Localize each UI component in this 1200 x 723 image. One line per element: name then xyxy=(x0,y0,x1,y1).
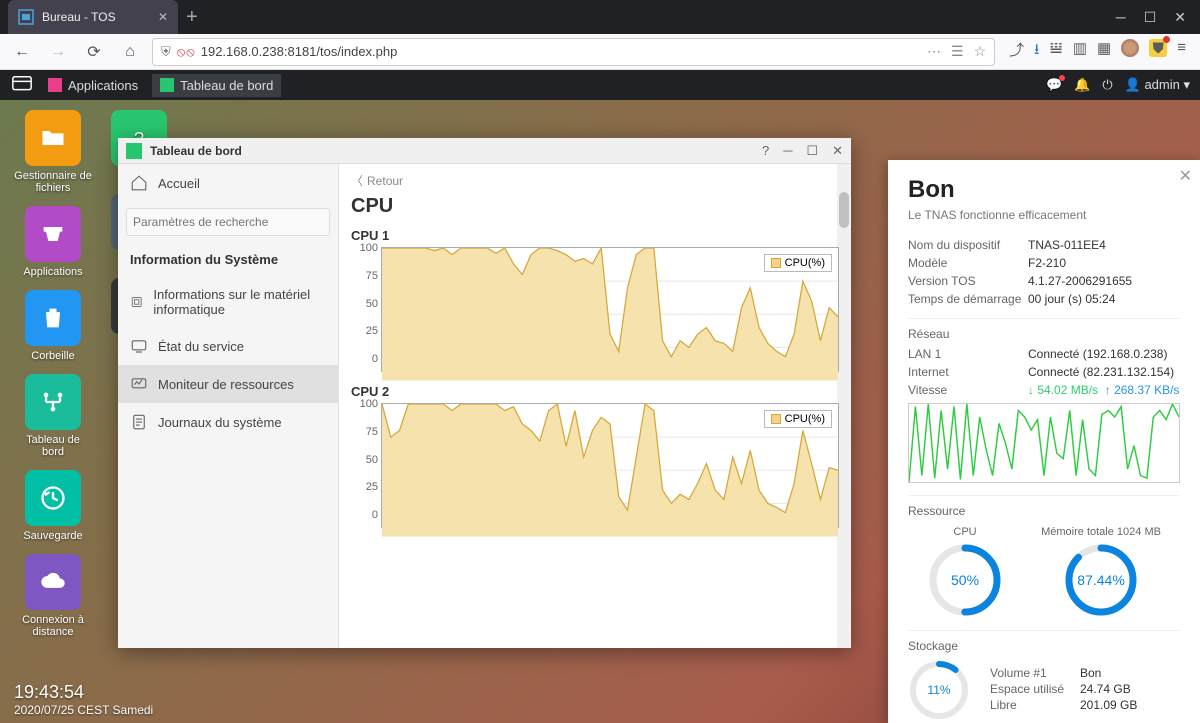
status-subtitle: Le TNAS fonctionne efficacement xyxy=(908,208,1180,222)
tab-favicon xyxy=(18,9,34,25)
tray-user-menu[interactable]: 👤 admin ▾ xyxy=(1125,77,1190,93)
window-minimize-icon[interactable]: ─ xyxy=(1116,9,1126,26)
reader-icon[interactable]: ☰ xyxy=(951,43,964,60)
dashboard-window-icon xyxy=(126,143,142,159)
sidebar-home[interactable]: Accueil xyxy=(118,164,338,202)
page-actions-icon[interactable]: ⋯ xyxy=(927,43,941,60)
taskbar-dashboard-button[interactable]: Tableau de bord xyxy=(152,74,281,97)
dashboard-window-titlebar[interactable]: Tableau de bord ? ─ ☐ ✕ xyxy=(118,138,851,164)
dashboard-window-title: Tableau de bord xyxy=(150,144,242,158)
dashboard-sidebar: Accueil Information du Système Informati… xyxy=(118,164,339,648)
tray-bell-icon[interactable]: 🔔 xyxy=(1074,77,1090,93)
taskbar-apps-button[interactable]: Applications xyxy=(40,74,146,97)
noscript-icon[interactable]: ⦸⦸ xyxy=(177,44,195,60)
ext-sidebar-icon[interactable]: ▥ xyxy=(1073,39,1087,64)
cpu2-label: CPU 2 xyxy=(351,384,839,399)
cpu1-chart: 1007550250 CPU(%) xyxy=(381,247,839,372)
desktop-icon-remote[interactable]: Connexion à distance xyxy=(14,554,92,638)
sidebar-item-hardware[interactable]: Informations sur le matériel informatiqu… xyxy=(118,277,338,327)
nav-home-icon[interactable]: ⌂ xyxy=(116,38,144,66)
ext-download-icon[interactable]: ⭳ xyxy=(1034,39,1039,64)
ext-grid-icon[interactable]: ▦ xyxy=(1097,39,1111,64)
nav-back-icon[interactable]: ← xyxy=(8,38,36,66)
desktop-icon-dashboard[interactable]: Tableau de bord xyxy=(14,374,92,458)
desktop-icon-apps[interactable]: Applications xyxy=(14,206,92,278)
storage-gauge: 11% xyxy=(908,659,970,721)
bookmark-star-icon[interactable]: ☆ xyxy=(974,43,987,60)
window-help-icon[interactable]: ? xyxy=(762,143,769,159)
tab-title: Bureau - TOS xyxy=(42,10,116,24)
new-tab-button[interactable]: + xyxy=(186,6,198,29)
ext-shield-icon[interactable]: ⛊ xyxy=(1149,39,1167,57)
tray-chat-icon[interactable]: 💬 xyxy=(1046,77,1062,93)
dashboard-content: 〈 Retour CPU CPU 1 1007550250 CPU(%) CPU… xyxy=(339,164,851,648)
tos-desktop: Applications Tableau de bord 💬 🔔 ⏻ 👤 adm… xyxy=(0,70,1200,723)
window-close-icon[interactable]: ✕ xyxy=(1174,9,1186,26)
nav-forward-icon: → xyxy=(44,38,72,66)
ext-library-icon[interactable]: 𝍎 xyxy=(1049,39,1062,64)
url-bar[interactable]: ⛨ ⦸⦸ ⋯ ☰ ☆ xyxy=(152,38,995,66)
sidebar-item-service[interactable]: État du service xyxy=(118,327,338,365)
status-section-resource: Ressource xyxy=(908,495,1180,518)
sidebar-search-input[interactable] xyxy=(126,208,330,236)
network-chart xyxy=(908,403,1180,483)
browser-menu-icon[interactable]: ≡ xyxy=(1177,39,1186,64)
browser-tab-active[interactable]: Bureau - TOS ✕ xyxy=(8,0,178,34)
status-panel: ✕ Bon Le TNAS fonctionne efficacement No… xyxy=(888,160,1200,723)
window-minimize-icon[interactable]: ─ xyxy=(783,143,792,159)
browser-navbar: ← → ⟳ ⌂ ⛨ ⦸⦸ ⋯ ☰ ☆ ⤴ ⭳ 𝍎 ▥ ▦ ⛊ ≡ xyxy=(0,34,1200,70)
tos-taskbar: Applications Tableau de bord 💬 🔔 ⏻ 👤 adm… xyxy=(0,70,1200,100)
status-section-network: Réseau xyxy=(908,318,1180,341)
sidebar-item-monitor[interactable]: Moniteur de ressources xyxy=(118,365,338,403)
browser-titlebar: Bureau - TOS ✕ + ─ ☐ ✕ xyxy=(0,0,1200,34)
ext-avatar-icon[interactable] xyxy=(1121,39,1139,57)
shield-icon[interactable]: ⛨ xyxy=(161,44,171,60)
status-panel-close-icon[interactable]: ✕ xyxy=(1179,166,1192,186)
cpu1-label: CPU 1 xyxy=(351,228,839,243)
cpu-gauge: CPU 50% xyxy=(927,526,1003,618)
sidebar-section-header: Information du Système xyxy=(118,242,338,277)
cpu2-legend: CPU(%) xyxy=(764,410,832,428)
tray-power-icon[interactable]: ⏻ xyxy=(1102,77,1112,93)
cpu1-legend: CPU(%) xyxy=(764,254,832,272)
content-scrollbar[interactable] xyxy=(837,164,851,648)
desktop-clock: 19:43:54 2020/07/25 CEST Samedi xyxy=(14,682,153,717)
sidebar-item-logs[interactable]: Journaux du système xyxy=(118,403,338,441)
desktop-icon-trash[interactable]: Corbeille xyxy=(14,290,92,362)
nav-reload-icon[interactable]: ⟳ xyxy=(80,38,108,66)
cpu2-chart: 1007550250 CPU(%) xyxy=(381,403,839,528)
back-button[interactable]: 〈 Retour xyxy=(351,172,839,189)
memory-gauge: Mémoire totale 1024 MB 87.44% xyxy=(1041,526,1161,618)
dashboard-window: Tableau de bord ? ─ ☐ ✕ Accueil Informat… xyxy=(118,138,851,648)
tos-logo-icon[interactable] xyxy=(10,73,34,97)
url-input[interactable] xyxy=(201,44,921,59)
desktop-icon-backup[interactable]: Sauvegarde xyxy=(14,470,92,542)
status-title: Bon xyxy=(908,176,1180,204)
window-maximize-icon[interactable]: ☐ xyxy=(806,143,818,159)
window-maximize-icon[interactable]: ☐ xyxy=(1144,9,1157,26)
page-title: CPU xyxy=(351,195,839,218)
desktop-icon-files[interactable]: Gestionnaire de fichiers xyxy=(14,110,92,194)
window-close-icon[interactable]: ✕ xyxy=(832,143,843,159)
status-section-storage: Stockage xyxy=(908,630,1180,653)
ext-send-icon[interactable]: ⤴ xyxy=(1009,39,1024,64)
window-controls: ─ ☐ ✕ xyxy=(1102,9,1200,26)
tab-close-icon[interactable]: ✕ xyxy=(158,10,168,24)
